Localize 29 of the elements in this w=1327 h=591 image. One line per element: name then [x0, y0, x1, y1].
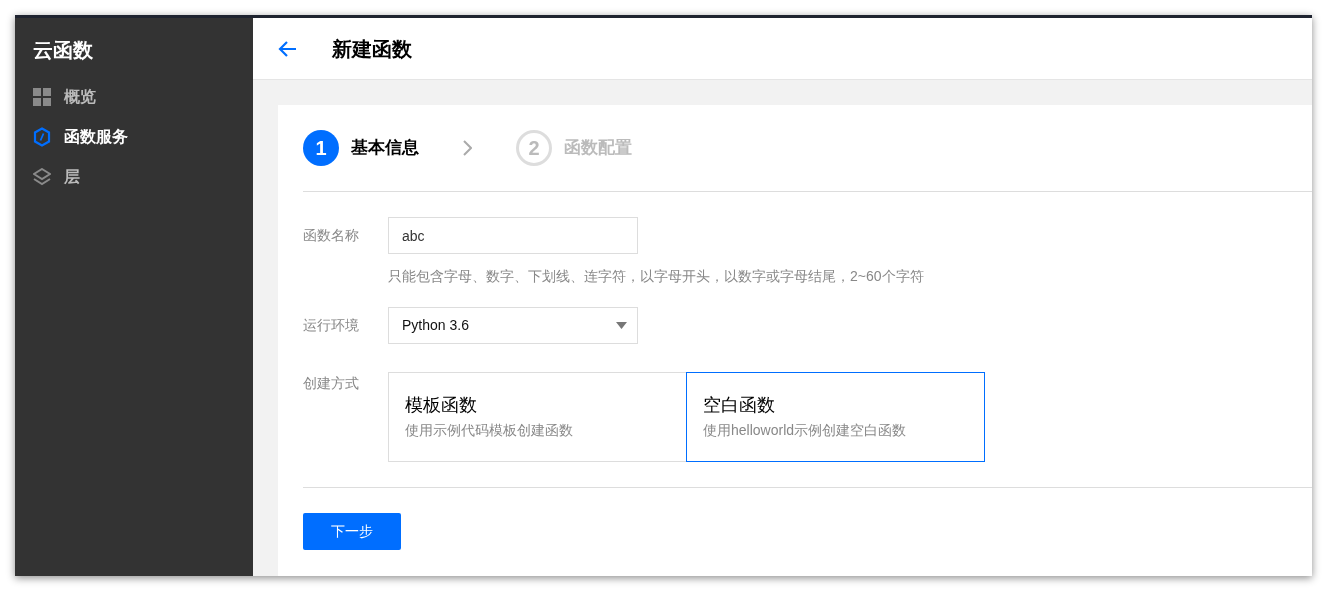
field-label: 创建方式	[303, 374, 360, 393]
page-title: 新建函数	[332, 36, 412, 62]
back-arrow-icon	[277, 39, 297, 58]
runtime-select[interactable]: Python 3.6	[388, 307, 638, 344]
option-title: 空白函数	[703, 394, 775, 417]
field-label: 运行环境	[303, 316, 360, 335]
step-label: 基本信息	[351, 137, 419, 160]
option-card[interactable]: 模板函数 使用示例代码模板创建函数	[388, 372, 687, 462]
option-description: 使用helloworld示例创建空白函数	[703, 421, 907, 440]
step-number: 2	[516, 130, 552, 166]
function-name-field[interactable]: abc	[388, 217, 638, 254]
step-number: 1	[303, 130, 339, 166]
layers-icon	[33, 168, 51, 186]
dropdown-caret-icon	[616, 322, 627, 329]
next-step-button[interactable]: 下一步	[303, 513, 401, 550]
sidebar-item[interactable]: 层	[33, 166, 80, 188]
chevron-right-icon	[463, 140, 472, 156]
step-label: 函数配置	[564, 137, 632, 160]
sidebar-title: 云函数	[33, 38, 93, 63]
field-hint: 只能包含字母、数字、下划线、连字符，以字母开头，以数字或字母结尾，2~60个字符	[388, 267, 924, 286]
hexagon-icon	[33, 127, 51, 147]
option-title: 模板函数	[405, 394, 477, 417]
sidebar-item[interactable]: 函数服务	[33, 126, 128, 148]
option-description: 使用示例代码模板创建函数	[405, 421, 573, 440]
grid-icon	[33, 88, 51, 106]
field-label: 函数名称	[303, 226, 360, 245]
option-card[interactable]: 空白函数 使用helloworld示例创建空白函数	[686, 372, 985, 462]
sidebar-item[interactable]: 概览	[33, 86, 96, 108]
select-value: Python 3.6	[402, 316, 469, 335]
